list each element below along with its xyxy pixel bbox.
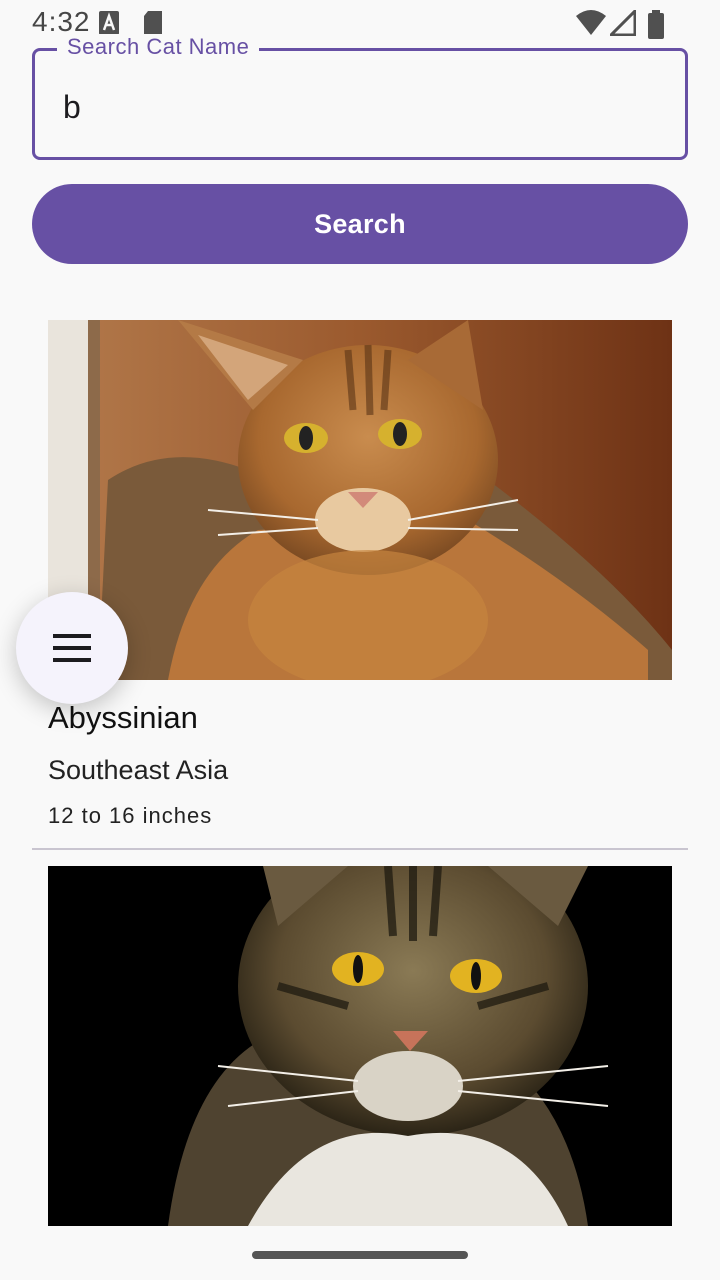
search-input-value[interactable]: b: [63, 89, 81, 126]
breed-origin: Southeast Asia: [48, 755, 229, 785]
menu-button[interactable]: [16, 592, 128, 704]
cat-image-abyssinian[interactable]: [48, 320, 672, 680]
signal-icon: [610, 10, 636, 36]
search-input[interactable]: Search Cat Name b: [32, 34, 688, 160]
home-indicator[interactable]: [252, 1251, 468, 1259]
battery-icon: [648, 10, 664, 39]
search-button-label: Search: [314, 208, 406, 239]
cat-image-tabby[interactable]: [48, 866, 672, 1226]
breed-length: 12 to 16 inches: [48, 803, 213, 828]
breed-name: Abyssinian: [48, 700, 198, 735]
screen: 4:32 Search Cat Name b Search Abyssinian…: [0, 0, 720, 1280]
search-input-label: Search Cat Name: [57, 34, 260, 60]
search-button[interactable]: Search: [32, 184, 688, 264]
notification-a-icon: [99, 11, 119, 35]
divider: [32, 848, 688, 850]
wifi-icon: [576, 10, 606, 35]
hamburger-menu-icon: [53, 634, 91, 662]
